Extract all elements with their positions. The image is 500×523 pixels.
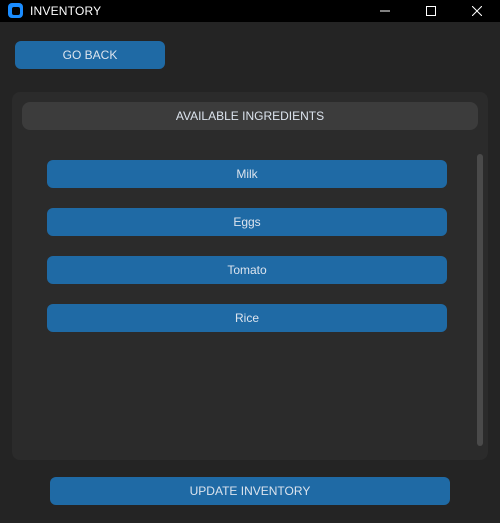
ingredient-list: Milk Eggs Tomato Rice [12,92,488,460]
scrollbar[interactable] [477,154,483,446]
minimize-button[interactable] [362,0,408,22]
minimize-icon [380,10,390,12]
ingredients-panel: AVAILABLE INGREDIENTS Milk Eggs Tomato Rice [12,92,488,460]
ingredient-button-milk[interactable]: Milk [47,160,447,188]
update-inventory-button[interactable]: UPDATE INVENTORY [50,477,450,505]
ingredient-button-rice[interactable]: Rice [47,304,447,332]
close-icon [472,6,482,16]
close-button[interactable] [454,0,500,22]
window-title: INVENTORY [30,4,102,18]
app-icon [8,3,23,18]
go-back-button[interactable]: GO BACK [15,41,165,69]
ingredient-button-eggs[interactable]: Eggs [47,208,447,236]
maximize-icon [426,6,436,16]
title-bar: INVENTORY [0,0,500,22]
maximize-button[interactable] [408,0,454,22]
ingredient-button-tomato[interactable]: Tomato [47,256,447,284]
